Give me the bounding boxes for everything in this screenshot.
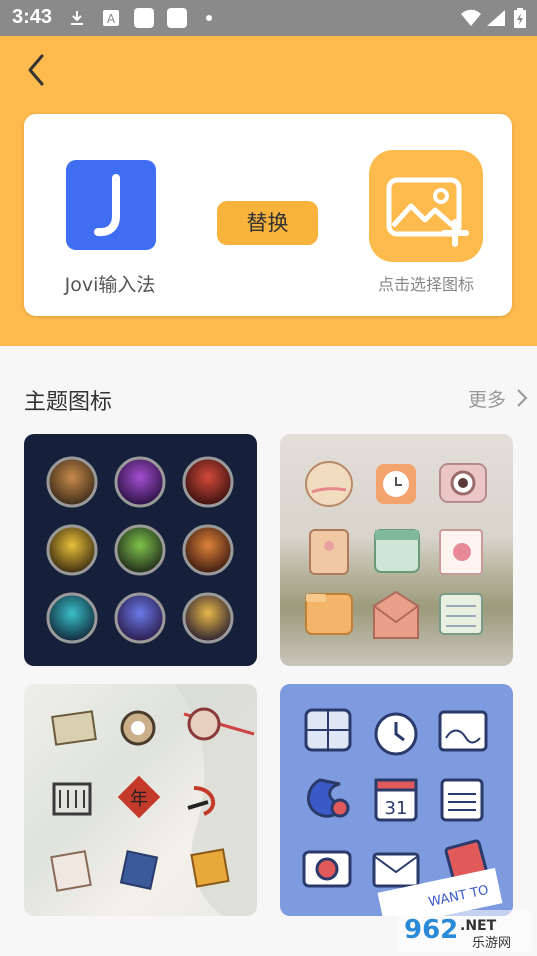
theme-tile-ancient[interactable]: 年 (24, 684, 257, 916)
watermark-text: 乐游网 (472, 936, 511, 951)
wifi-icon (461, 9, 481, 26)
battery-charging-icon (514, 8, 526, 28)
site-watermark: 962 .NET 乐游网 (398, 910, 532, 952)
chevron-right-icon[interactable] (514, 388, 530, 408)
watermark-text: .NET (460, 918, 497, 934)
svg-text:年: 年 (130, 789, 148, 810)
pick-icon-label: 点击选择图标 (377, 275, 474, 294)
svg-text:31: 31 (385, 798, 408, 819)
pick-icon-button[interactable] (369, 150, 483, 262)
watermark-logo-icon: 962 .NET 乐游网 (398, 910, 532, 952)
more-link[interactable]: 更多 (468, 385, 506, 412)
replace-card: Jovi输入法 替换 点击选择图标 (24, 114, 512, 316)
section-title: 主题图标 (24, 390, 113, 415)
watermark-text: 962 (404, 915, 458, 945)
notification-square-icon (134, 8, 154, 28)
keyboard-a-icon: A (103, 10, 119, 26)
cute-icons-preview (305, 461, 487, 639)
svg-text:A: A (107, 12, 116, 26)
app-icon[interactable] (66, 160, 156, 250)
back-button[interactable] (20, 50, 54, 90)
ancient-icons-preview: 年 (50, 684, 257, 916)
download-icon (71, 11, 83, 25)
theme-tile-hero[interactable] (24, 434, 257, 666)
more-dot-icon (206, 15, 212, 21)
status-bar: 3:43 A (0, 0, 537, 36)
theme-tile-cute[interactable] (280, 434, 513, 666)
signal-icon (487, 10, 505, 26)
theme-tile-blue[interactable]: 31 WANT TO (280, 684, 513, 916)
status-time: 3:43 (12, 6, 53, 28)
blue-icons-preview: 31 WANT TO (302, 708, 503, 916)
notification-square-icon (167, 8, 187, 28)
add-image-icon (386, 177, 469, 247)
jovi-logo-icon (94, 174, 120, 237)
app-name: Jovi输入法 (64, 274, 156, 296)
hero-icons-preview (46, 456, 234, 644)
swap-button[interactable]: 替换 (217, 201, 318, 245)
